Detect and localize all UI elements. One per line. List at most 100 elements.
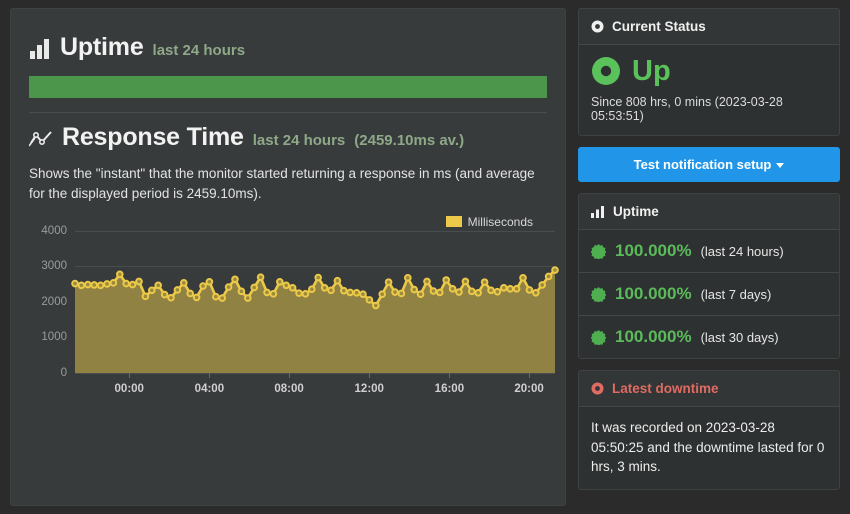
chart-data-point xyxy=(359,289,367,298)
chart-x-tick-mark xyxy=(449,372,451,378)
chart-data-point xyxy=(218,293,226,302)
latest-downtime-text: It was recorded on 2023-03-28 05:50:25 a… xyxy=(591,420,825,475)
chart-data-point xyxy=(352,288,361,297)
chart-data-point xyxy=(135,277,143,285)
legend-label-milliseconds: Milliseconds xyxy=(467,214,533,229)
latest-downtime-panel: Latest downtime It was recorded on 2023-… xyxy=(578,370,840,490)
uptime-percent: 100.000% xyxy=(615,327,692,346)
uptime-row: 100.000% (last 7 days) xyxy=(579,273,839,316)
sidebar: Current Status Up Since 808 hrs, 0 mins … xyxy=(578,8,840,506)
chart-x-tick-mark xyxy=(369,372,371,378)
chart-data-point xyxy=(551,265,559,274)
uptime-percent: 100.000% xyxy=(615,284,692,303)
chart-data-point xyxy=(314,273,323,281)
test-notification-setup-button[interactable]: Test notification setup xyxy=(578,147,840,182)
chart-data-point xyxy=(173,285,182,294)
chart-data-point xyxy=(71,279,79,287)
bar-chart-icon xyxy=(29,38,51,59)
chart-data-point xyxy=(231,274,239,283)
legend-swatch-milliseconds xyxy=(445,216,462,227)
chart-data-point xyxy=(333,276,342,285)
chart-data-point xyxy=(224,282,233,291)
certificate-icon xyxy=(591,243,606,259)
uptime-bar-fill xyxy=(29,76,547,98)
line-chart-icon xyxy=(29,129,53,149)
chart-data-point xyxy=(269,289,278,298)
chart-data-point xyxy=(263,288,271,296)
chart-data-point xyxy=(391,287,399,296)
bar-chart-icon xyxy=(591,205,605,218)
chart-x-tick-label: 04:00 xyxy=(194,382,225,395)
chart-data-point xyxy=(455,287,463,296)
chart-data-point xyxy=(295,288,303,297)
dashboard-page: Uptime last 24 hours Response Time last … xyxy=(0,0,850,514)
chart-data-point xyxy=(506,284,515,293)
chart-x-tick-label: 00:00 xyxy=(114,382,144,395)
response-time-average: (2459.10ms av.) xyxy=(354,132,465,149)
chart-data-point xyxy=(346,288,355,296)
chart-x-tick-label: 12:00 xyxy=(354,382,384,395)
uptime-panel-header-label: Uptime xyxy=(613,204,659,219)
chart-data-point xyxy=(148,285,156,294)
chart-data-point xyxy=(205,277,214,286)
status-since-text: Since 808 hrs, 0 mins (2023-03-28 05:53:… xyxy=(591,95,783,123)
chart-data-point xyxy=(519,273,527,282)
chart-data-point xyxy=(288,283,297,292)
chart-data-point xyxy=(493,287,502,296)
uptime-period: (last 7 days) xyxy=(700,286,772,302)
chart-legend: Milliseconds xyxy=(445,214,533,229)
current-status-header: Current Status xyxy=(579,9,839,45)
chart-data-point xyxy=(308,284,316,293)
uptime-panel: Uptime 100.000% (last 24 hours) 100.000% xyxy=(578,193,840,359)
chart-x-tick-mark xyxy=(129,372,131,378)
main-content-panel: Uptime last 24 hours Response Time last … xyxy=(10,8,566,506)
uptime-row: 100.000% (last 30 days) xyxy=(579,316,839,358)
chart-data-point xyxy=(244,293,252,302)
latest-downtime-header-label: Latest downtime xyxy=(612,381,719,396)
chart-x-tick-label: 16:00 xyxy=(434,382,465,395)
chart-data-point xyxy=(512,284,521,293)
chart-data-point xyxy=(301,289,310,298)
chart-data-point xyxy=(180,278,188,287)
test-notification-setup-label: Test notification setup xyxy=(633,157,772,172)
uptime-period: (last 30 days) xyxy=(700,329,779,345)
chart-plot-area: 0 1000 2000 3000 4000 xyxy=(29,225,569,379)
chart-data-point xyxy=(77,281,86,289)
chart-data-point xyxy=(410,285,419,293)
chart-data-point xyxy=(365,295,374,304)
uptime-title: Uptime xyxy=(60,33,144,61)
chart-data-point xyxy=(109,278,118,287)
chart-data-point xyxy=(84,280,92,288)
certificate-icon xyxy=(591,329,606,345)
chart-data-point xyxy=(544,272,553,280)
status-badge: Up xyxy=(632,54,671,87)
chart-data-point xyxy=(423,277,431,285)
chart-data-point xyxy=(250,283,258,291)
chart-data-point xyxy=(384,277,393,286)
response-time-section-header: Response Time last 24 hours (2459.10ms a… xyxy=(29,123,547,152)
status-dot-circle-icon xyxy=(591,56,621,86)
chart-data-point xyxy=(397,289,406,297)
chart-data-point xyxy=(448,284,457,293)
divider xyxy=(29,112,547,113)
chart-x-tick-label: 20:00 xyxy=(514,382,544,395)
chart-data-point xyxy=(340,286,348,294)
response-time-title: Response Time xyxy=(62,123,244,151)
uptime-bar-track xyxy=(29,76,547,98)
chart-data-point xyxy=(461,277,470,285)
chart-x-tick-label: 08:00 xyxy=(274,382,304,395)
chart-x-axis: 00:00 04:00 08:00 12:00 16:00 20:00 xyxy=(75,372,544,397)
chart-data-point xyxy=(116,270,124,278)
chart-data-point xyxy=(282,281,291,289)
chart-x-tick-mark xyxy=(209,372,211,378)
chart-data-point xyxy=(327,285,335,294)
current-status-header-label: Current Status xyxy=(612,19,706,34)
chart-data-point xyxy=(237,287,246,295)
uptime-subtitle: last 24 hours xyxy=(152,42,246,59)
uptime-period: (last 24 hours) xyxy=(700,243,784,259)
chart-data-point xyxy=(378,289,387,298)
chart-data-point xyxy=(372,301,380,309)
chart-data-point xyxy=(212,292,220,300)
chart-data-point xyxy=(192,293,201,301)
chart-data-point xyxy=(122,279,130,287)
